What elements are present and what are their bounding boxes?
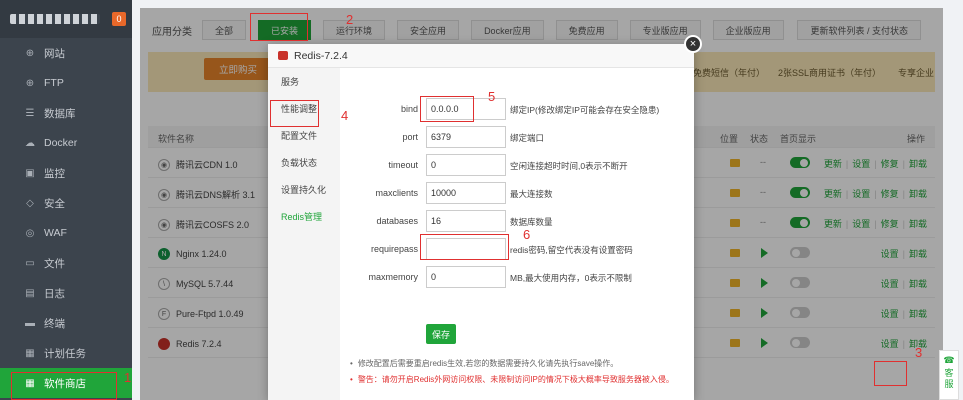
chat-icon: ☎	[943, 355, 955, 365]
annotation-box-installed	[250, 13, 308, 41]
annotation-number-3: 3	[915, 345, 923, 360]
field-label: timeout	[388, 160, 418, 170]
sidebar-header: 0	[0, 0, 132, 38]
field-hint: redis密码,留空代表没有设置密码	[510, 245, 633, 255]
folder-icon: ▭	[25, 257, 35, 269]
sidebar-item[interactable]: ☁ Docker	[0, 128, 132, 158]
sidebar-item[interactable]: ◎ WAF	[0, 218, 132, 248]
sidebar-item-label: 终端	[44, 317, 65, 330]
annotation-box-tuning	[270, 100, 319, 127]
annotation-number-2: 2	[346, 12, 354, 27]
sidebar-item[interactable]: ⊕ 网站	[0, 38, 132, 68]
save-button[interactable]: 保存	[426, 324, 456, 344]
sidebar-item[interactable]: ▦ 计划任务	[0, 338, 132, 368]
sidebar-item[interactable]: ▬ 终端	[0, 308, 132, 338]
modal-title: Redis-7.2.4	[294, 49, 348, 62]
notification-badge[interactable]: 0	[112, 12, 126, 26]
annotation-number-4: 4	[341, 108, 349, 123]
annotation-box-bind	[420, 96, 474, 122]
sidebar-item[interactable]: ▭ 文件	[0, 248, 132, 278]
sidebar-item[interactable]: ☰ 数据库	[0, 98, 132, 128]
sidebar-item[interactable]: ▤ 日志	[0, 278, 132, 308]
performance-tuning-form: 保存 修改配置后需要重启redis生效,若您的数据需要持久化请先执行save操作…	[340, 68, 694, 400]
globe-icon: ⊕	[25, 47, 35, 59]
sidebar: 0 ⊕ 网站 ⊕ FTP ☰ 数据库 ☁ Docker ▣ 监控 ◇ 安全 ◎ WAF ▭ 文件 ▤ 日志 ▬ 终端 ▦…	[0, 0, 132, 400]
annotation-number-1: 1	[124, 370, 132, 385]
modal-title-bar: Redis-7.2.4	[268, 44, 694, 68]
security-warning: 警告：请勿开启Redis外网访问权限、未限制访问IP的情况下极大概率导致服务器被…	[350, 374, 674, 385]
sidebar-item-label: 文件	[44, 257, 65, 270]
calendar-icon: ▦	[25, 347, 35, 359]
timeout-input[interactable]: 0	[426, 154, 506, 176]
form-row: databases 16 数据库数量	[340, 210, 694, 232]
field-label: requirepass	[370, 244, 418, 254]
sidebar-item-label: WAF	[44, 227, 67, 239]
field-label: maxmemory	[368, 272, 418, 282]
form-row: bind 0.0.0.0 绑定IP(修改绑定IP可能会存在安全隐患)	[340, 98, 694, 120]
field-hint: MB,最大使用内存，0表示不限制	[510, 273, 632, 283]
shield-icon: ◇	[26, 197, 34, 209]
sidebar-item-label: 安全	[44, 197, 65, 210]
modal-menu-item[interactable]: 服务	[268, 68, 340, 95]
close-icon[interactable]: ×	[684, 35, 702, 53]
annotation-number-6: 6	[523, 227, 531, 242]
field-hint: 绑定端口	[510, 133, 545, 143]
sidebar-item-label: 计划任务	[44, 347, 86, 360]
field-label: port	[402, 132, 418, 142]
sidebar-item-label: 数据库	[44, 107, 76, 120]
form-row: maxclients 10000 最大连接数	[340, 182, 694, 204]
sidebar-item-label: 监控	[44, 167, 65, 180]
customer-service-button[interactable]: ☎ 客服	[939, 350, 959, 400]
field-label: bind	[400, 104, 418, 114]
server-name-logo	[10, 14, 100, 24]
annotation-box-requirepass	[420, 234, 509, 260]
log-icon: ▤	[25, 287, 35, 299]
field-label: maxclients	[375, 188, 418, 198]
form-row: requirepass redis密码,留空代表没有设置密码	[340, 238, 694, 260]
field-label: databases	[376, 216, 418, 226]
sidebar-item-label: 网站	[44, 47, 65, 60]
kefu-label: 客服	[944, 368, 954, 389]
redis-settings-modal: Redis-7.2.4 服务 性能调整 配置文件 负载状态 设置持久化 Redis管理 保…	[268, 44, 694, 400]
sidebar-item[interactable]: ⊕ FTP	[0, 68, 132, 98]
terminal-icon: ▬	[25, 317, 35, 329]
port-input[interactable]: 6379	[426, 126, 506, 148]
form-row: timeout 0 空闲连接超时时间,0表示不断开	[340, 154, 694, 176]
field-hint: 数据库数量	[510, 217, 553, 227]
databases-input[interactable]: 16	[426, 210, 506, 232]
annotation-number-5: 5	[488, 89, 496, 104]
sidebar-item[interactable]: ◇ 安全	[0, 188, 132, 218]
waf-icon: ◎	[25, 227, 35, 239]
monitor-icon: ▣	[25, 167, 35, 179]
annotation-box-store	[11, 372, 117, 400]
sidebar-item-label: 日志	[44, 287, 65, 300]
sidebar-item-label: FTP	[44, 77, 64, 89]
maxmemory-input[interactable]: 0	[426, 266, 506, 288]
field-hint: 绑定IP(修改绑定IP可能会存在安全隐患)	[510, 105, 660, 115]
modal-menu-item[interactable]: 设置持久化	[268, 176, 340, 203]
annotation-box-settings	[874, 361, 907, 386]
redis-icon	[278, 51, 288, 60]
docker-icon: ☁	[25, 137, 35, 149]
restart-note: 修改配置后需要重启redis生效,若您的数据需要持久化请先执行save操作。	[350, 358, 618, 369]
field-hint: 最大连接数	[510, 189, 553, 199]
sidebar-item-label: Docker	[44, 137, 78, 149]
form-row: maxmemory 0 MB,最大使用内存，0表示不限制	[340, 266, 694, 288]
form-row: port 6379 绑定端口	[340, 126, 694, 148]
database-icon: ☰	[25, 107, 35, 119]
ftp-icon: ⊕	[25, 77, 35, 89]
field-hint: 空闲连接超时时间,0表示不断开	[510, 161, 628, 171]
modal-menu-item[interactable]: Redis管理	[268, 203, 340, 230]
sidebar-item[interactable]: ▣ 监控	[0, 158, 132, 188]
maxclients-input[interactable]: 10000	[426, 182, 506, 204]
modal-menu-item[interactable]: 负载状态	[268, 149, 340, 176]
